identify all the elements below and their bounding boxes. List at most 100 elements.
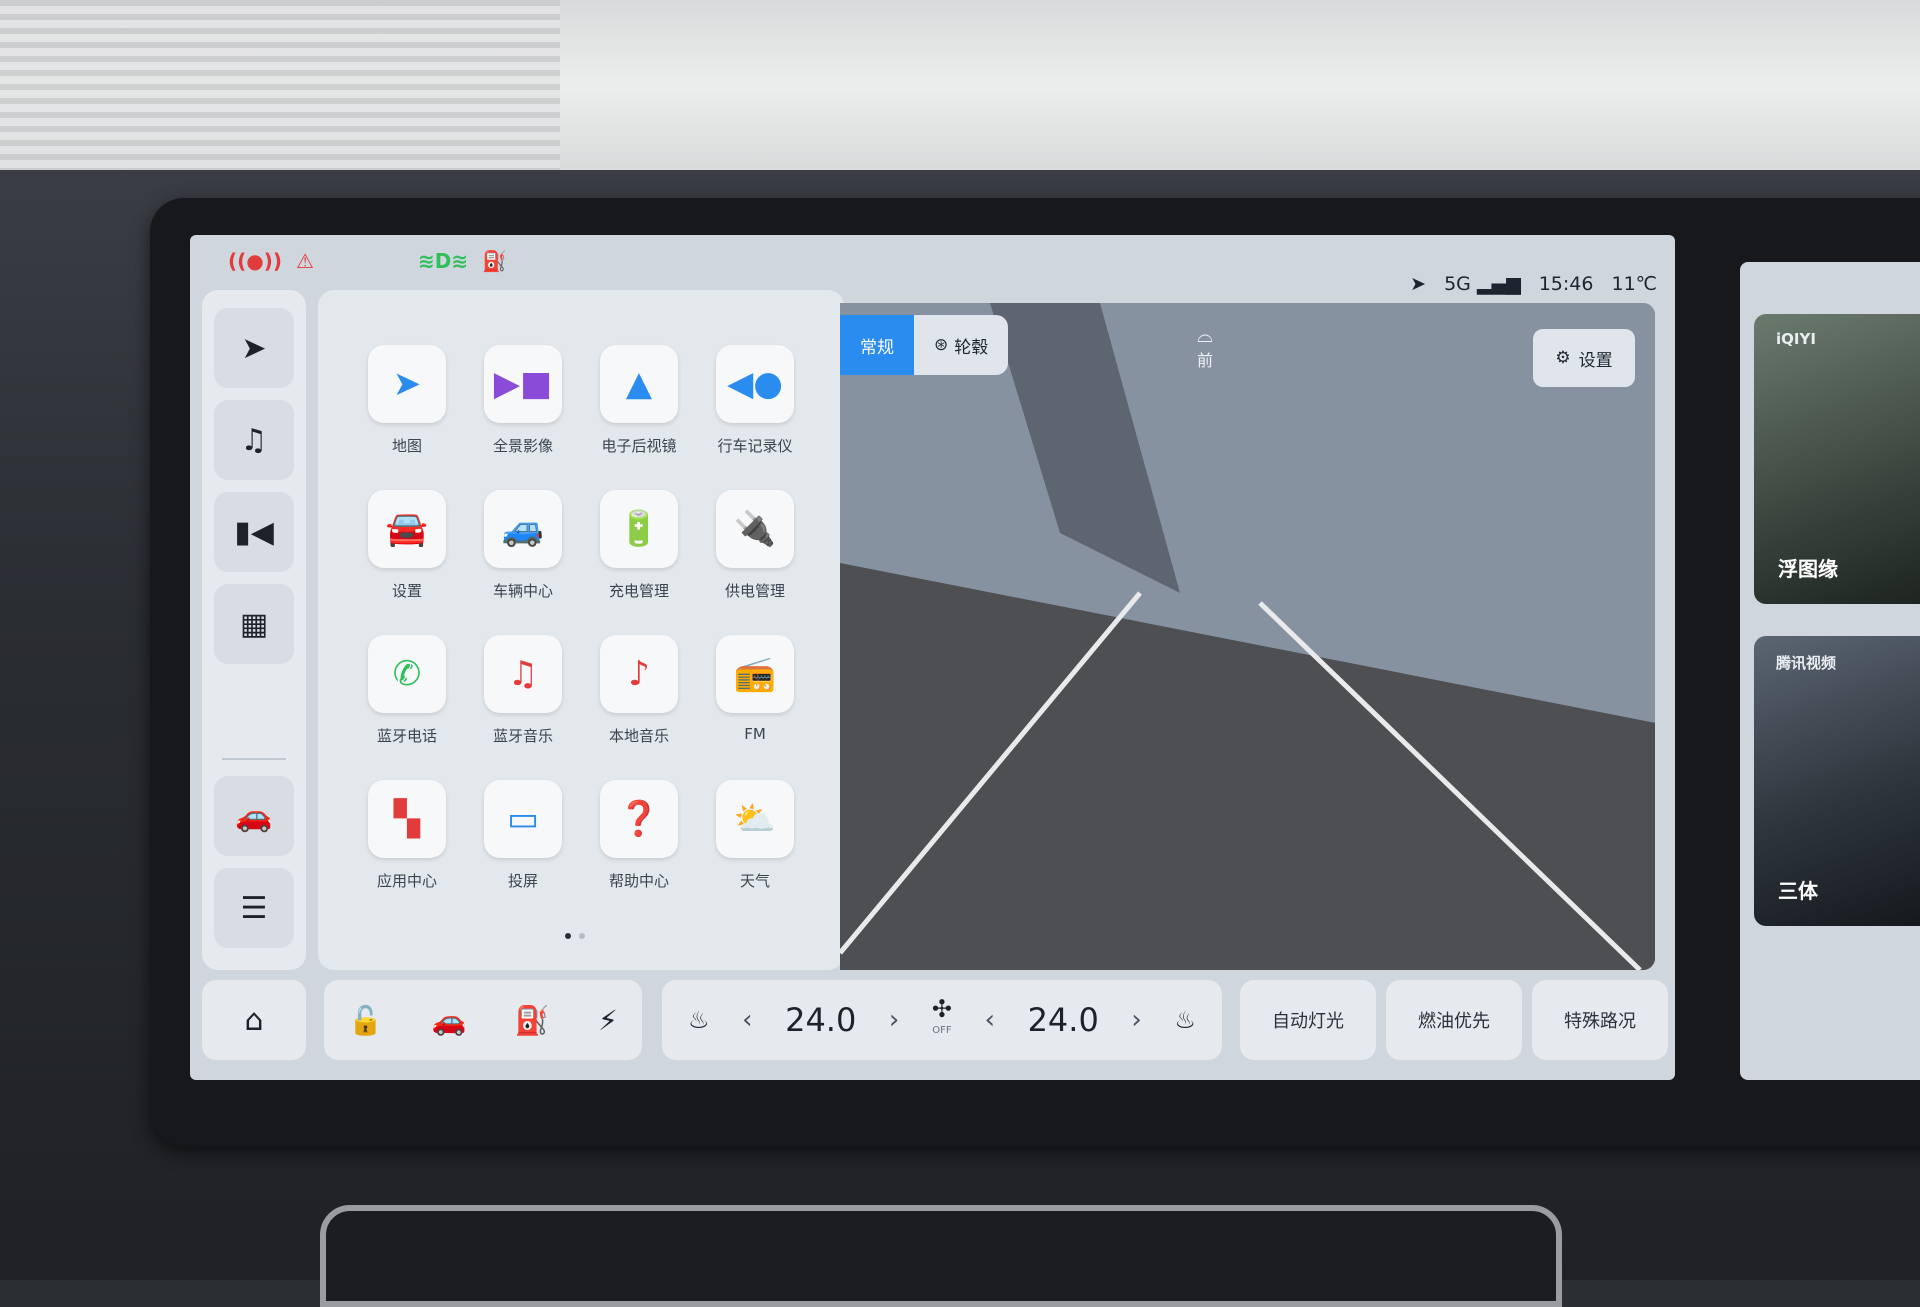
app-screencast[interactable]: ▭ 投屏	[464, 780, 582, 900]
media-title: 三体	[1778, 879, 1818, 903]
weather-icon: ⛅	[716, 780, 794, 858]
app-panorama[interactable]: ▶■ 全景影像	[464, 345, 582, 465]
app-label: 帮助中心	[608, 872, 669, 890]
right-temp-up-arrow[interactable]: ›	[1131, 1005, 1141, 1035]
app-local-music[interactable]: ♪ 本地音乐	[580, 635, 698, 755]
fan-state: OFF	[932, 1025, 952, 1036]
location-arrow-icon: ➤	[1410, 273, 1427, 295]
radio-icon: 📻	[716, 635, 794, 713]
app-label: FM	[744, 725, 766, 743]
app-label: 行车记录仪	[717, 437, 793, 455]
app-label: 全景影像	[492, 437, 553, 455]
camera-settings-label: 设置	[1578, 350, 1613, 371]
status-indicators: ((●)) ⚠ ≋D≋ ⛽	[228, 249, 507, 273]
front-camera-icon: ⌓	[1197, 323, 1213, 347]
fuel-priority-button[interactable]: 燃油优先	[1386, 980, 1522, 1060]
wheel-icon: ⊛	[934, 335, 949, 355]
app-fm[interactable]: 📻 FM	[696, 635, 814, 755]
media-card-2[interactable]: 腾讯视频 三体	[1754, 636, 1920, 926]
camera-mode-toggle: 常规 ⊛ 轮毂	[840, 315, 1009, 375]
left-temp-down-arrow[interactable]: ‹	[742, 1005, 752, 1035]
car-icon[interactable]: 🚗	[214, 776, 294, 856]
quick-actions: 🔓 🚗 ⛽ ⚡	[324, 980, 642, 1060]
tencent-video-logo: 腾讯视频	[1776, 654, 1837, 672]
app-label: 蓝牙电话	[376, 727, 437, 745]
mode-normal[interactable]: 常规	[840, 315, 914, 375]
map-icon: ➤	[368, 345, 446, 423]
right-temperature: 24.0	[1027, 1001, 1099, 1039]
mode-wheel[interactable]: ⊛ 轮毂	[914, 315, 1008, 375]
auto-lights-button[interactable]: 自动灯光	[1240, 980, 1376, 1060]
media-card-1[interactable]: iQIYI 浮图缘	[1754, 314, 1920, 604]
page-indicator[interactable]	[565, 933, 585, 939]
app-label: 应用中心	[376, 872, 437, 890]
passenger-screen: iQIYI 浮图缘 腾讯视频 三体	[1740, 262, 1920, 1080]
app-launcher: ➤ 地图 ▶■ 全景影像 ▲ 电子后视镜 ◀● 行车记录仪 🚘 设置 🚙 车辆中…	[318, 290, 844, 970]
left-temperature: 24.0	[785, 1001, 857, 1039]
camera-settings-button[interactable]: ⚙ 设置	[1533, 329, 1635, 387]
fan-button[interactable]: ✣ OFF	[931, 995, 952, 1042]
unlock-icon[interactable]: 🔓	[348, 1004, 383, 1037]
app-label: 蓝牙音乐	[492, 727, 553, 745]
special-road-button[interactable]: 特殊路况	[1532, 980, 1668, 1060]
bluetooth-music-icon: ♫	[484, 635, 562, 713]
gear-icon: ⚙	[1555, 348, 1571, 368]
app-settings[interactable]: 🚘 设置	[348, 490, 466, 610]
right-temp-down-arrow[interactable]: ‹	[985, 1005, 995, 1035]
home-button[interactable]: ⌂	[202, 980, 306, 1060]
status-right: ➤ 5G ▂▄▆ 15:46 11℃	[1410, 273, 1657, 295]
home-icon: ⌂	[244, 1002, 264, 1038]
app-store[interactable]: ▚ 应用中心	[348, 780, 466, 900]
local-music-icon: ♪	[600, 635, 678, 713]
fan-icon: ✣	[931, 995, 952, 1023]
screen-cast-icon: ▭	[484, 780, 562, 858]
app-help[interactable]: ❓ 帮助中心	[580, 780, 698, 900]
app-vehicle-center[interactable]: 🚙 车辆中心	[464, 490, 582, 610]
brake-warning-icon: ((●))	[228, 249, 283, 273]
app-label: 供电管理	[724, 582, 785, 600]
app-label: 本地音乐	[608, 727, 669, 745]
main-screen: ((●)) ⚠ ≋D≋ ⛽ ➤ 5G ▂▄▆ 15:46 11℃ ➤ ♫ ▮◀ …	[190, 235, 1675, 1080]
clock: 15:46	[1538, 273, 1594, 295]
seatbelt-warning-icon: ⚠	[296, 249, 314, 273]
seat-heat-right-icon[interactable]: ♨	[1174, 1006, 1196, 1034]
fuel-nozzle-icon[interactable]: ⛽	[515, 1004, 550, 1037]
mirror-icon: ▲	[600, 345, 678, 423]
settings-car-icon: 🚘	[368, 490, 446, 568]
dashcam-icon: ◀●	[716, 345, 794, 423]
app-label: 天气	[739, 872, 770, 890]
apps-grid-icon[interactable]: ▦	[214, 584, 294, 664]
app-label: 电子后视镜	[601, 437, 677, 455]
app-weather[interactable]: ⛅ 天气	[696, 780, 814, 900]
phone-icon: ✆	[368, 635, 446, 713]
navigation-icon[interactable]: ➤	[214, 308, 294, 388]
app-dashcam[interactable]: ◀● 行车记录仪	[696, 345, 814, 465]
camera-icon[interactable]: ▮◀	[214, 492, 294, 572]
front-label: 前	[1197, 351, 1214, 370]
front-camera-indicator: ⌓ 前	[1197, 323, 1213, 371]
fuel-warning-icon: ⛽	[482, 249, 507, 273]
camera-view: 常规 ⊛ 轮毂 ⌓ 前 ⚙ 设置	[840, 303, 1655, 970]
music-icon[interactable]: ♫	[214, 400, 294, 480]
signal-icon: ▂▄▆	[1476, 273, 1521, 295]
iqiyi-logo: iQIYI	[1776, 330, 1816, 348]
app-store-icon: ▚	[368, 780, 446, 858]
toggle-settings-icon[interactable]: ☰	[214, 868, 294, 948]
app-mirror[interactable]: ▲ 电子后视镜	[580, 345, 698, 465]
climate-control: ♨ ‹ 24.0 › ✣ OFF ‹ 24.0 › ♨	[662, 980, 1222, 1060]
app-bt-phone[interactable]: ✆ 蓝牙电话	[348, 635, 466, 755]
app-charging[interactable]: 🔋 充电管理	[580, 490, 698, 610]
network-label: 5G	[1444, 273, 1471, 295]
outside-temperature: 11℃	[1611, 273, 1657, 295]
app-label: 投屏	[507, 872, 538, 890]
app-bt-music[interactable]: ♫ 蓝牙音乐	[464, 635, 582, 755]
left-temp-up-arrow[interactable]: ›	[889, 1005, 899, 1035]
car-side-icon[interactable]: 🚗	[432, 1004, 467, 1037]
air-vent	[320, 1205, 1562, 1307]
app-power-supply[interactable]: 🔌 供电管理	[696, 490, 814, 610]
app-label: 车辆中心	[492, 582, 553, 600]
seat-heat-left-icon[interactable]: ♨	[688, 1006, 710, 1034]
nav-divider	[222, 758, 286, 760]
lightning-icon[interactable]: ⚡	[598, 1004, 618, 1037]
app-map[interactable]: ➤ 地图	[348, 345, 466, 465]
